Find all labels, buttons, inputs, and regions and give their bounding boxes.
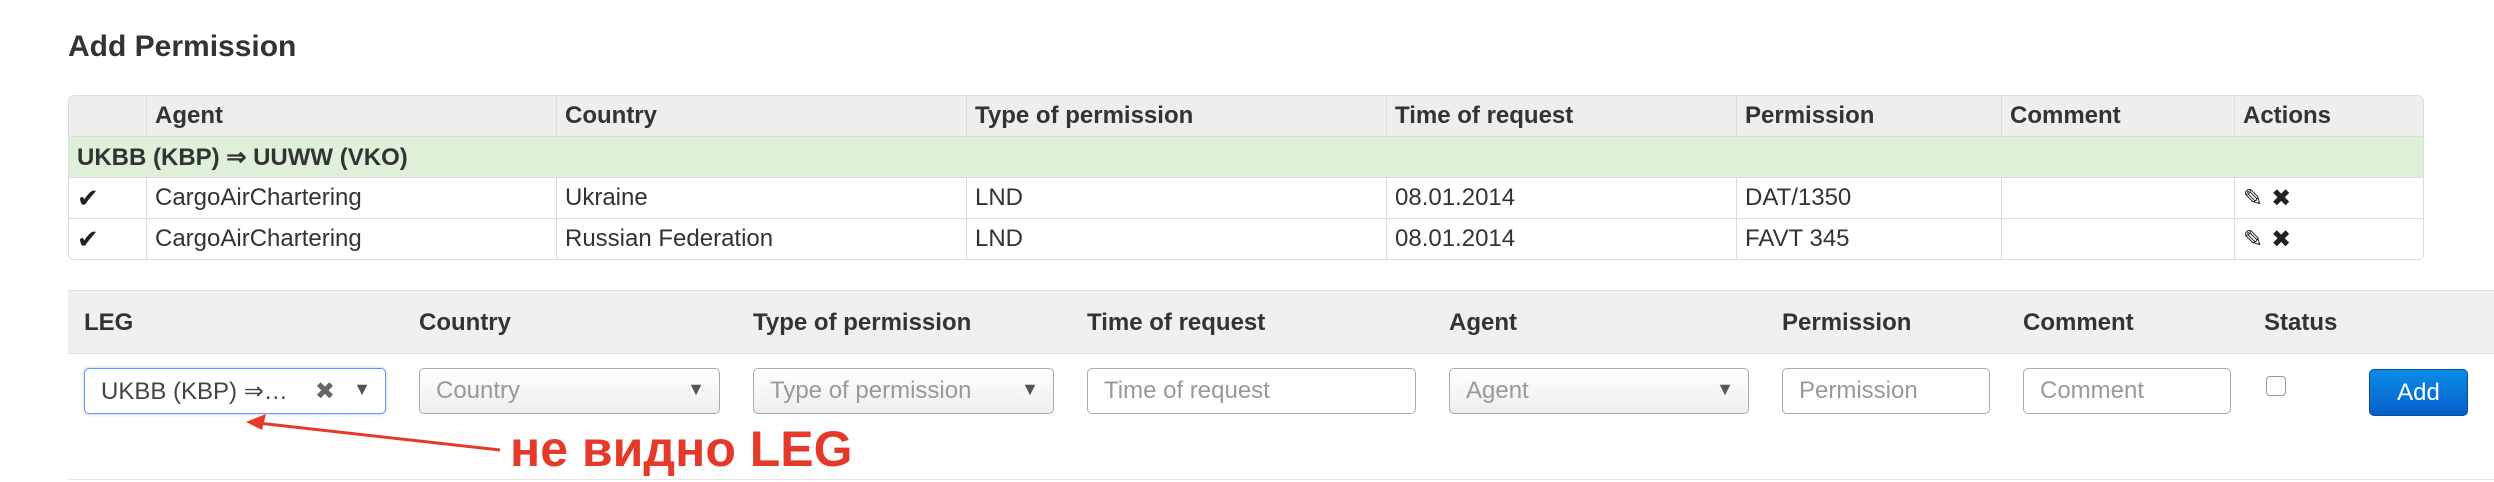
check-icon: ✔ [77, 182, 99, 213]
form-header-country: Country [419, 309, 511, 336]
table-header-check [69, 96, 146, 136]
table-header-permission: Permission [1736, 96, 2001, 136]
annotation-arrow [246, 414, 501, 452]
table-header-comment: Comment [2001, 96, 2234, 136]
cell-type: LND [966, 219, 1386, 259]
delete-icon[interactable]: ✖ [2271, 184, 2291, 213]
table-header-actions: Actions [2234, 96, 2423, 136]
table-header-country: Country [556, 96, 966, 136]
table-header-type: Type of permission [966, 96, 1386, 136]
edit-icon[interactable]: ✎ [2243, 225, 2263, 254]
add-button[interactable]: Add [2369, 369, 2468, 416]
cell-actions: ✎ ✖ [2234, 178, 2423, 218]
table-header-time: Time of request [1386, 96, 1736, 136]
chevron-down-icon: ▼ [353, 379, 371, 399]
form-header-row: LEG Country Type of permission Time of r… [68, 290, 2494, 354]
chevron-down-icon: ▼ [687, 379, 705, 399]
cell-agent: CargoAirChartering [146, 178, 556, 218]
time-of-request-input[interactable]: Time of request [1087, 368, 1416, 414]
form-header-status: Status [2264, 309, 2338, 336]
cell-permission: DAT/1350 [1736, 178, 2001, 218]
cell-country: Russian Federation [556, 219, 966, 259]
clear-icon[interactable]: ✖ [315, 377, 335, 406]
table-row: ✔ CargoAirChartering Ukraine LND 08.01.2… [69, 177, 2423, 218]
chevron-down-icon: ▼ [1716, 379, 1734, 399]
annotation-label: не видно LEG [510, 421, 853, 477]
cell-time: 08.01.2014 [1386, 178, 1736, 218]
form-header-agent: Agent [1449, 309, 1517, 336]
form-header-permission: Permission [1782, 309, 1912, 336]
cell-country: Ukraine [556, 178, 966, 218]
table-row: ✔ CargoAirChartering Russian Federation … [69, 218, 2423, 259]
cell-time: 08.01.2014 [1386, 219, 1736, 259]
leg-select[interactable]: UKBB (KBP) ⇒… ✖ ▼ [84, 368, 386, 414]
leg-select-value: UKBB (KBP) ⇒… [101, 377, 288, 405]
permissions-table: Agent Country Type of permission Time of… [68, 95, 2424, 260]
status-checkbox[interactable] [2266, 376, 2286, 396]
country-select[interactable]: Country ▼ [419, 368, 720, 414]
chevron-down-icon: ▼ [1021, 379, 1039, 399]
cell-agent: CargoAirChartering [146, 219, 556, 259]
comment-input[interactable]: Comment [2023, 368, 2231, 414]
agent-select-placeholder: Agent [1466, 377, 1529, 404]
cell-type: LND [966, 178, 1386, 218]
agent-select[interactable]: Agent ▼ [1449, 368, 1749, 414]
cell-comment [2001, 219, 2234, 259]
table-header-agent: Agent [146, 96, 556, 136]
form-header-type: Type of permission [753, 309, 972, 336]
form-header-time: Time of request [1087, 309, 1266, 336]
edit-icon[interactable]: ✎ [2243, 184, 2263, 213]
delete-icon[interactable]: ✖ [2271, 225, 2291, 254]
type-select[interactable]: Type of permission ▼ [753, 368, 1054, 414]
form-header-leg: LEG [84, 309, 134, 336]
check-icon: ✔ [77, 223, 99, 254]
table-group-row: UKBB (KBP) ⇒ UUWW (VKO) [69, 136, 2423, 177]
table-header-row: Agent Country Type of permission Time of… [69, 96, 2423, 136]
cell-permission: FAVT 345 [1736, 219, 2001, 259]
country-select-placeholder: Country [436, 377, 521, 404]
type-select-placeholder: Type of permission [770, 377, 972, 404]
page-title: Add Permission [68, 30, 297, 63]
cell-comment [2001, 178, 2234, 218]
form-header-comment: Comment [2023, 309, 2134, 336]
permission-input[interactable]: Permission [1782, 368, 1990, 414]
cell-actions: ✎ ✖ [2234, 219, 2423, 259]
